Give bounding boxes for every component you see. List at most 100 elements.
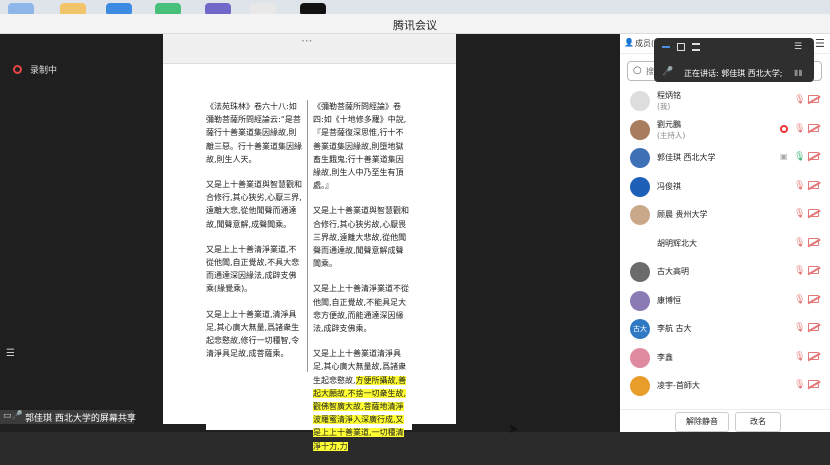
mic-muted-icon[interactable]: 🎙: [794, 352, 805, 362]
avatar: [630, 376, 650, 396]
member-row[interactable]: 胡明辉北大 🎙: [620, 229, 830, 258]
window-title: 腾讯会议: [393, 19, 437, 32]
recording-label: 录制中: [30, 66, 58, 76]
mic-muted-icon[interactable]: 🎙: [794, 380, 805, 390]
avatar: [630, 262, 650, 282]
screen-share-icon: ▣: [780, 152, 788, 161]
paragraph: 《彌勒菩薩所問經論》卷四:如《十地修多羅》中說,『是菩薩復深思惟,行十不善業道集…: [313, 102, 407, 191]
unmute-all-button[interactable]: 解除静音: [675, 412, 729, 432]
share-label: 郭佳琪 西北大学的屏幕共享: [25, 414, 136, 424]
member-row[interactable]: 郭佳琪 西北大学 ▣ 🎙: [620, 143, 830, 172]
member-list: 程炳铭 (我) 🎙 劉元鵬 (主持人) 🎙 郭佳琪 西北大学 ▣ 🎙 冯俊祺 🎙 顾晨 贵州大学 🎙 胡明…: [620, 86, 830, 400]
avatar: [630, 290, 650, 311]
paragraph: 又是上上十善業道,清淨具足,其心廣大無量,爲諸衆生起悲愍故,修行一切種智,令清淨…: [206, 309, 300, 359]
paragraph: 又是上十善業道與智慧觀和合修行,其心狹劣,心厭三界,遠離大悲,從他聞聲而通達故,…: [206, 180, 302, 229]
members-title: 成员(: [635, 39, 655, 48]
camera-off-icon[interactable]: [808, 266, 819, 274]
member-name: 程炳铭: [657, 91, 681, 100]
mic-muted-icon[interactable]: 🎙: [794, 209, 805, 219]
minimize-icon[interactable]: [662, 46, 670, 48]
recording-icon: [13, 65, 22, 74]
paragraph: 又是上十善業道與智慧觀和合修行,其心狹劣故,心厭畏三界故,遠離大悲故,從他聞聲而…: [313, 206, 409, 269]
avatar: [630, 148, 650, 168]
paragraph: 《法苑珠林》卷六十八:如彌勒菩薩所問經論云:“是菩薩行十善業道集因緣故,則離三惡…: [206, 102, 302, 164]
member-row[interactable]: 古大高明 🎙: [620, 257, 830, 286]
member-row[interactable]: 顾晨 贵州大学 🎙: [620, 200, 830, 229]
camera-off-icon[interactable]: [808, 180, 819, 189]
paragraph: 又是上上十善清淨業道不從他聞,自正覺故,不能具足大悲方便故,而能通達深因緣法,成…: [313, 284, 409, 334]
mic-muted-icon[interactable]: 🎙: [794, 323, 805, 333]
search-icon: ○: [633, 65, 642, 76]
member-role: (我): [657, 102, 671, 111]
member-row[interactable]: 李鑫 🎙: [620, 343, 830, 372]
list-icon[interactable]: ☰: [6, 348, 15, 359]
title-bar: 腾讯会议: [0, 14, 830, 34]
camera-off-icon[interactable]: [808, 323, 819, 331]
avatar: [630, 205, 650, 225]
speaking-label: 正在讲话: 郭佳琪 西北大学;: [684, 69, 783, 78]
speaking-indicator[interactable]: ☰ 🎤 正在讲话: 郭佳琪 西北大学; ▮▮: [654, 38, 814, 82]
member-row[interactable]: 劉元鵬 (主持人) 🎙: [620, 115, 830, 144]
paragraph: 又是上上十善業道清淨具足,其心廣大無量故,爲諸衆生起悲愍故,方便所攝故,善起大願…: [313, 347, 411, 453]
document-toolbar: ···: [163, 34, 456, 64]
member-row[interactable]: 古大 李航 古大 🎙: [620, 314, 830, 343]
member-row[interactable]: 冯俊祺 🎙: [620, 172, 830, 201]
speaker-mic-icon: 🎤: [662, 67, 674, 77]
member-name: 冯俊祺: [657, 181, 681, 191]
window-icon[interactable]: [677, 43, 685, 51]
camera-off-icon[interactable]: [808, 123, 819, 132]
member-name: 郭佳琪 西北大学: [657, 153, 716, 162]
mic-muted-icon[interactable]: 🎙: [794, 124, 805, 134]
member-name: 李航 古大: [657, 324, 692, 333]
text-column-left: 《法苑珠林》卷六十八:如彌勒菩薩所問經論云:“是菩薩行十善業道集因緣故,則離三惡…: [206, 100, 308, 373]
document-page: 《法苑珠林》卷六十八:如彌勒菩薩所問經論云:“是菩薩行十善業道集因緣故,則離三惡…: [206, 100, 412, 451]
members-panel: 👤 成员( ☰ ○ 程炳铭 (我) 🎙 劉元鵬(主持人) 🎙 郭佳琪 西北大学 ▣ 🎙 冯俊祺 🎙…: [620, 34, 830, 432]
more-icon[interactable]: ···: [301, 34, 312, 48]
avatar: [630, 347, 650, 368]
camera-off-icon[interactable]: [808, 209, 819, 217]
member-role: (主持人): [657, 130, 686, 140]
mic-muted-icon[interactable]: 🎙: [794, 238, 805, 248]
camera-off-icon[interactable]: [808, 294, 819, 303]
mic-muted-icon[interactable]: 🎙: [794, 181, 805, 191]
member-name: 古大高明: [657, 267, 689, 276]
avatar: 古大: [630, 319, 650, 339]
member-row[interactable]: 康博恒 🎙: [620, 286, 830, 315]
member-name: 胡明辉北大: [657, 238, 697, 248]
highlighted-text: 方便所攝故,善起大願故,不捨一切衆生故,觀佛智廣大故,菩薩地清淨波羅蜜清淨入深廣…: [313, 375, 407, 451]
member-name: 康博恒: [657, 295, 681, 305]
avatar: [630, 233, 650, 254]
shared-document: ··· 程炳铭 0863 《法苑珠林》卷六十八:如彌勒菩薩所問經論云:“是菩薩行…: [163, 34, 456, 451]
avatar: [630, 176, 650, 197]
member-row[interactable]: 程炳铭 (我) 🎙: [620, 86, 830, 115]
expand-icon[interactable]: ☰: [794, 42, 802, 52]
member-name: 李鑫: [657, 352, 673, 362]
paragraph: 又是上上十善清淨業道,不從他聞,自正覺故,不具大悲而通達深因緣法,成辟支佛乘(緣…: [206, 244, 300, 294]
left-video-pane: 录制中 ☰: [0, 34, 163, 424]
members-footer: 解除静音 改名: [620, 409, 830, 433]
rename-button[interactable]: 改名: [735, 412, 781, 432]
mic-on-icon[interactable]: 🎙: [794, 152, 805, 162]
screen-mic-icon: ▭🎤: [3, 411, 23, 421]
mic-muted-icon[interactable]: 🎙: [794, 266, 805, 276]
mic-muted-icon[interactable]: 🎙: [794, 95, 805, 105]
right-video-pane: [456, 34, 620, 424]
menu-icon[interactable]: ☰: [815, 37, 825, 50]
camera-off-icon[interactable]: [808, 237, 819, 246]
member-name: 凌宇-首師大: [657, 381, 700, 390]
mic-muted-icon[interactable]: 🎙: [794, 295, 805, 305]
mouse-cursor-icon: ➤: [508, 422, 519, 437]
camera-off-icon[interactable]: [808, 351, 819, 360]
camera-off-icon[interactable]: [808, 95, 819, 103]
member-row[interactable]: 凌宇-首師大 🎙: [620, 371, 830, 400]
layout-icon[interactable]: [692, 43, 700, 51]
signal-icon: ▮▮: [794, 68, 803, 77]
camera-off-icon[interactable]: [808, 380, 819, 388]
avatar: [630, 119, 650, 140]
meeting-window: 腾讯会议 录制中 ☰ ▭🎤 郭佳琪 西北大学的屏幕共享 ··· 程炳铭 0863…: [0, 14, 830, 451]
member-name: 劉元鵬: [657, 119, 681, 129]
screen-share-bar[interactable]: ▭🎤 郭佳琪 西北大学的屏幕共享: [0, 410, 136, 424]
members-icon: 👤: [624, 38, 634, 47]
text-column-right: 《彌勒菩薩所問經論》卷四:如《十地修多羅》中說,『是菩薩復深思惟,行十不善業道集…: [309, 100, 411, 465]
camera-off-icon[interactable]: [808, 152, 819, 160]
